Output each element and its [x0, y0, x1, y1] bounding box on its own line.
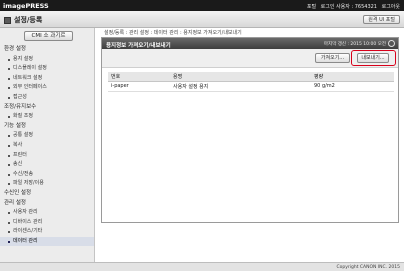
panel-header: 용지정보 가져오기/내보내기 마지막 갱신 : 2015 10:00 오전: [102, 38, 398, 49]
copyright: Copyright CANON INC. 2015: [336, 264, 401, 270]
paper-info-panel: 용지정보 가져오기/내보내기 마지막 갱신 : 2015 10:00 오전 가져…: [101, 37, 399, 223]
portal-link[interactable]: 포털: [307, 4, 316, 10]
export-button[interactable]: 내보내기...: [357, 53, 389, 63]
table-header-row: 번호 용명 평량: [108, 72, 394, 82]
cell-weight: 90 g/m2: [311, 81, 394, 92]
sidebar-item-printer[interactable]: 프린터: [0, 151, 94, 161]
sidebar-item-license-other[interactable]: 라이센스/기타: [0, 227, 94, 237]
column-header-weight: 평량: [311, 72, 394, 82]
sidebar-item-device-management[interactable]: 디바이스 관리: [0, 218, 94, 228]
panel-title: 용지정보 가져오기/내보내기: [106, 43, 171, 49]
top-bar: imagePRESS 포털 로그인 사용자 : 7654321 로그아웃: [0, 0, 404, 11]
sidebar-item-image-quality[interactable]: 화질 조정: [0, 112, 94, 122]
top-links: 포털 로그인 사용자 : 7654321 로그아웃: [304, 3, 400, 10]
sidebar-section-destination[interactable]: 수신인 설정: [0, 189, 94, 199]
sidebar-item-display-settings[interactable]: 디스플레이 설정: [0, 64, 94, 74]
cell-number: i-paper: [108, 81, 170, 92]
sidebar-section-preferences[interactable]: 환경 설정: [0, 45, 94, 55]
sidebar-item-accessibility[interactable]: 접근성: [0, 93, 94, 103]
sidebar-item-common[interactable]: 공통 설정: [0, 131, 94, 141]
app-title-text: 설정/등록: [14, 16, 43, 24]
logo: imagePRESS: [3, 2, 49, 10]
sidebar-section-adjustment[interactable]: 조정/유지보수: [0, 103, 94, 113]
sidebar-menu: 환경 설정 용지 설정 디스플레이 설정 네트워크 설정 외부 인터페이스 접근…: [0, 45, 94, 247]
sub-header: 설정/등록 원격 UI 포털: [0, 11, 404, 28]
cmi-button[interactable]: CMI 소 과기르: [24, 31, 73, 41]
sidebar-item-network[interactable]: 네트워크 설정: [0, 74, 94, 84]
logged-in-user: 로그인 사용자 : 7654321: [320, 3, 377, 10]
sidebar-item-paper-settings[interactable]: 용지 설정: [0, 55, 94, 65]
settings-icon: [4, 16, 11, 24]
sidebar-item-user-management[interactable]: 사용자 관리: [0, 208, 94, 218]
sidebar-section-function-settings[interactable]: 기능 설정: [0, 122, 94, 132]
sidebar-item-copy[interactable]: 복사: [0, 141, 94, 151]
last-updated-status: 마지막 갱신 : 2015 10:00 오전: [323, 42, 386, 47]
import-button[interactable]: 가져오기...: [315, 53, 350, 63]
table-row[interactable]: i-paper 사용자 설정 용지 90 g/m2: [108, 81, 394, 92]
sidebar-item-store-access-files[interactable]: 파일 저장/이용: [0, 179, 94, 189]
panel-toolbar: 가져오기... 내보내기...: [102, 49, 398, 68]
logout-link[interactable]: 로그아웃: [382, 4, 400, 10]
paper-table: 번호 용명 평량 i-paper 사용자 설정 용지 90 g/m2: [108, 72, 394, 92]
sidebar-item-external-interface[interactable]: 외부 인터페이스: [0, 83, 94, 93]
sidebar-item-send[interactable]: 송신: [0, 160, 94, 170]
footer: Copyright CANON INC. 2015: [0, 262, 404, 271]
column-header-name: 용명: [170, 72, 311, 82]
cell-name: 사용자 설정 용지: [170, 81, 311, 92]
sidebar-section-management[interactable]: 관리 설정: [0, 199, 94, 209]
column-header-number: 번호: [108, 72, 170, 82]
sidebar-item-data-management[interactable]: 데이터 관리: [0, 236, 94, 247]
breadcrumb: 설정/등록 : 관리 설정 : 데이터 관리 : 용지정보 가져오기/내보내기: [104, 30, 242, 36]
sidebar-item-receive-forward[interactable]: 수신/전송: [0, 170, 94, 180]
sidebar: CMI 소 과기르 환경 설정 용지 설정 디스플레이 설정 네트워크 설정 외…: [0, 28, 95, 262]
remote-ui-portal-button[interactable]: 원격 UI 포털: [363, 15, 400, 24]
app-title: 설정/등록: [4, 15, 42, 25]
refresh-icon[interactable]: [388, 40, 395, 47]
